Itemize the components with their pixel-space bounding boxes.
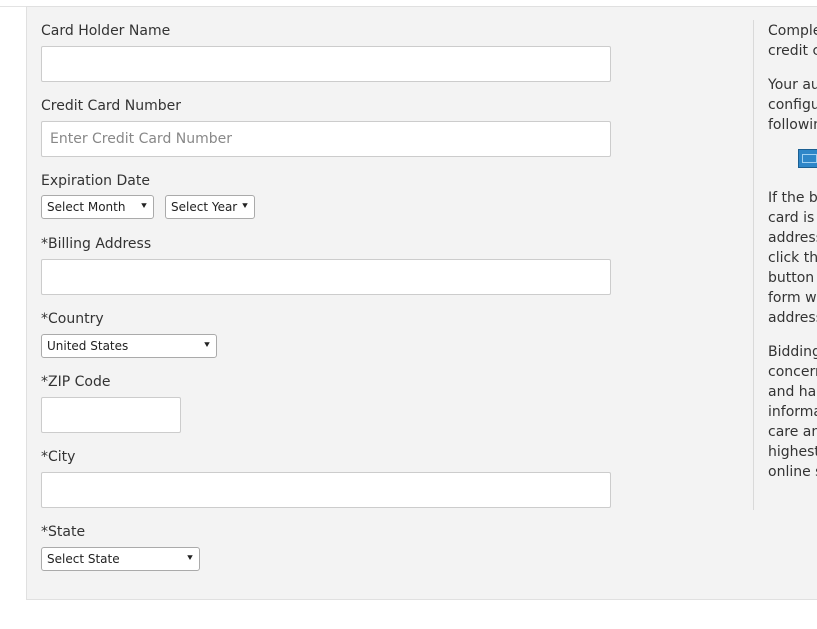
sidebar-line: informa [768,404,817,420]
state-select[interactable]: Select State ⯆ [41,547,200,571]
country-label: *Country [41,311,104,327]
billing-address-input[interactable] [41,259,611,295]
sidebar-line: care and [768,424,817,440]
payment-panel [26,6,817,600]
expiration-date-label: Expiration Date [41,173,150,189]
sidebar-line: concern [768,364,817,380]
card-number-label: Credit Card Number [41,98,181,114]
credit-card-logo-icon [798,149,817,168]
sidebar-line: followin [768,117,817,133]
state-select-value: Select State [47,552,120,566]
sidebar-line: Comple [768,23,817,39]
card-number-input[interactable] [41,121,611,157]
state-label: *State [41,524,86,540]
sidebar-line: click the [768,250,817,266]
sidebar-line: and han [768,384,817,400]
city-input[interactable] [41,472,611,508]
year-select-value: Select Year [171,200,238,214]
sidebar-paragraph-3: If the bi card is t address click the bu… [768,188,817,328]
expiration-month-select[interactable]: Select Month ⯆ [41,195,154,219]
sidebar-line: Bidding [768,344,817,360]
sidebar-divider [753,20,754,510]
sidebar-line: address [768,310,817,326]
sidebar-paragraph-1: Comple credit c [768,21,817,61]
sidebar-line: online s [768,464,817,480]
chevron-down-icon: ⯆ [241,201,249,212]
sidebar-paragraph-4: Bidding concern and han informa care and… [768,342,817,482]
sidebar-line: highest [768,444,817,460]
expiration-year-select[interactable]: Select Year ⯆ [165,195,255,219]
city-label: *City [41,449,76,465]
zip-code-label: *ZIP Code [41,374,111,390]
sidebar-line: form wi [768,290,817,306]
billing-address-label: *Billing Address [41,236,152,252]
sidebar-line: If the bi [768,190,817,206]
month-select-value: Select Month [47,200,126,214]
sidebar-line: button a [768,270,817,286]
sidebar-paragraph-2: Your au configu followin [768,75,817,135]
sidebar-line: credit c [768,43,817,59]
sidebar-line: address [768,230,817,246]
zip-code-input[interactable] [41,397,181,433]
country-select[interactable]: United States ⯆ [41,334,217,358]
chevron-down-icon: ⯆ [186,553,194,564]
country-select-value: United States [47,339,129,353]
card-holder-label: Card Holder Name [41,23,171,39]
sidebar-line: card is t [768,210,817,226]
sidebar-line: configu [768,97,817,113]
sidebar-line: Your au [768,77,817,93]
chevron-down-icon: ⯆ [140,201,148,212]
chevron-down-icon: ⯆ [203,340,211,351]
card-holder-input[interactable] [41,46,611,82]
